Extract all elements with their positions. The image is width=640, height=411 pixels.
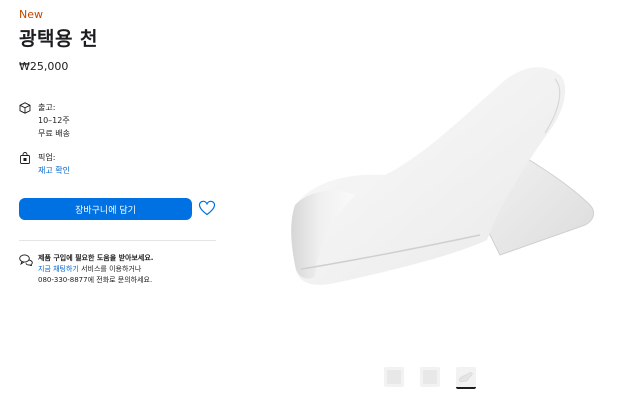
pickup-label: 픽업: [38,153,56,162]
thumbnail-1[interactable] [384,367,404,387]
delivery-label: 출고: [38,103,56,112]
product-image [291,67,595,285]
bag-icon [20,152,30,164]
delivery-timeframe: 10–12주 [38,116,70,125]
thumbnail-3[interactable] [456,367,476,389]
box-icon [19,102,31,114]
delivery-shipping: 무료 배송 [38,129,70,138]
check-stock-link[interactable]: 재고 확인 [38,164,70,177]
chat-now-link[interactable]: 지금 채팅하기 [38,265,79,273]
divider [19,240,216,241]
thumbnail-cloth-icon [458,372,473,383]
delivery-info: 출고: 10–12주 무료 배송 [19,101,70,140]
help-link-suffix: 서비스를 이용하거나 [78,265,142,273]
thumbnail-strip [384,367,476,389]
pickup-info: 픽업: 재고 확인 [19,151,70,177]
help-phone: 080-330-8877에 전화로 문의하세요. [38,276,153,284]
chat-icon [19,254,33,266]
product-title: 광택용 천 [19,28,99,50]
thumbnail-2[interactable] [420,367,440,387]
help-headline: 제품 구입에 필요한 도움을 받아보세요. [38,254,154,262]
new-badge: New [19,8,43,21]
product-price: ₩25,000 [19,60,69,73]
add-to-bag-button[interactable]: 장바구니에 담기 [19,198,192,220]
heart-icon[interactable] [198,199,216,217]
help-section: 제품 구입에 필요한 도움을 받아보세요. 지금 채팅하기 서비스를 이용하거나… [19,253,153,286]
